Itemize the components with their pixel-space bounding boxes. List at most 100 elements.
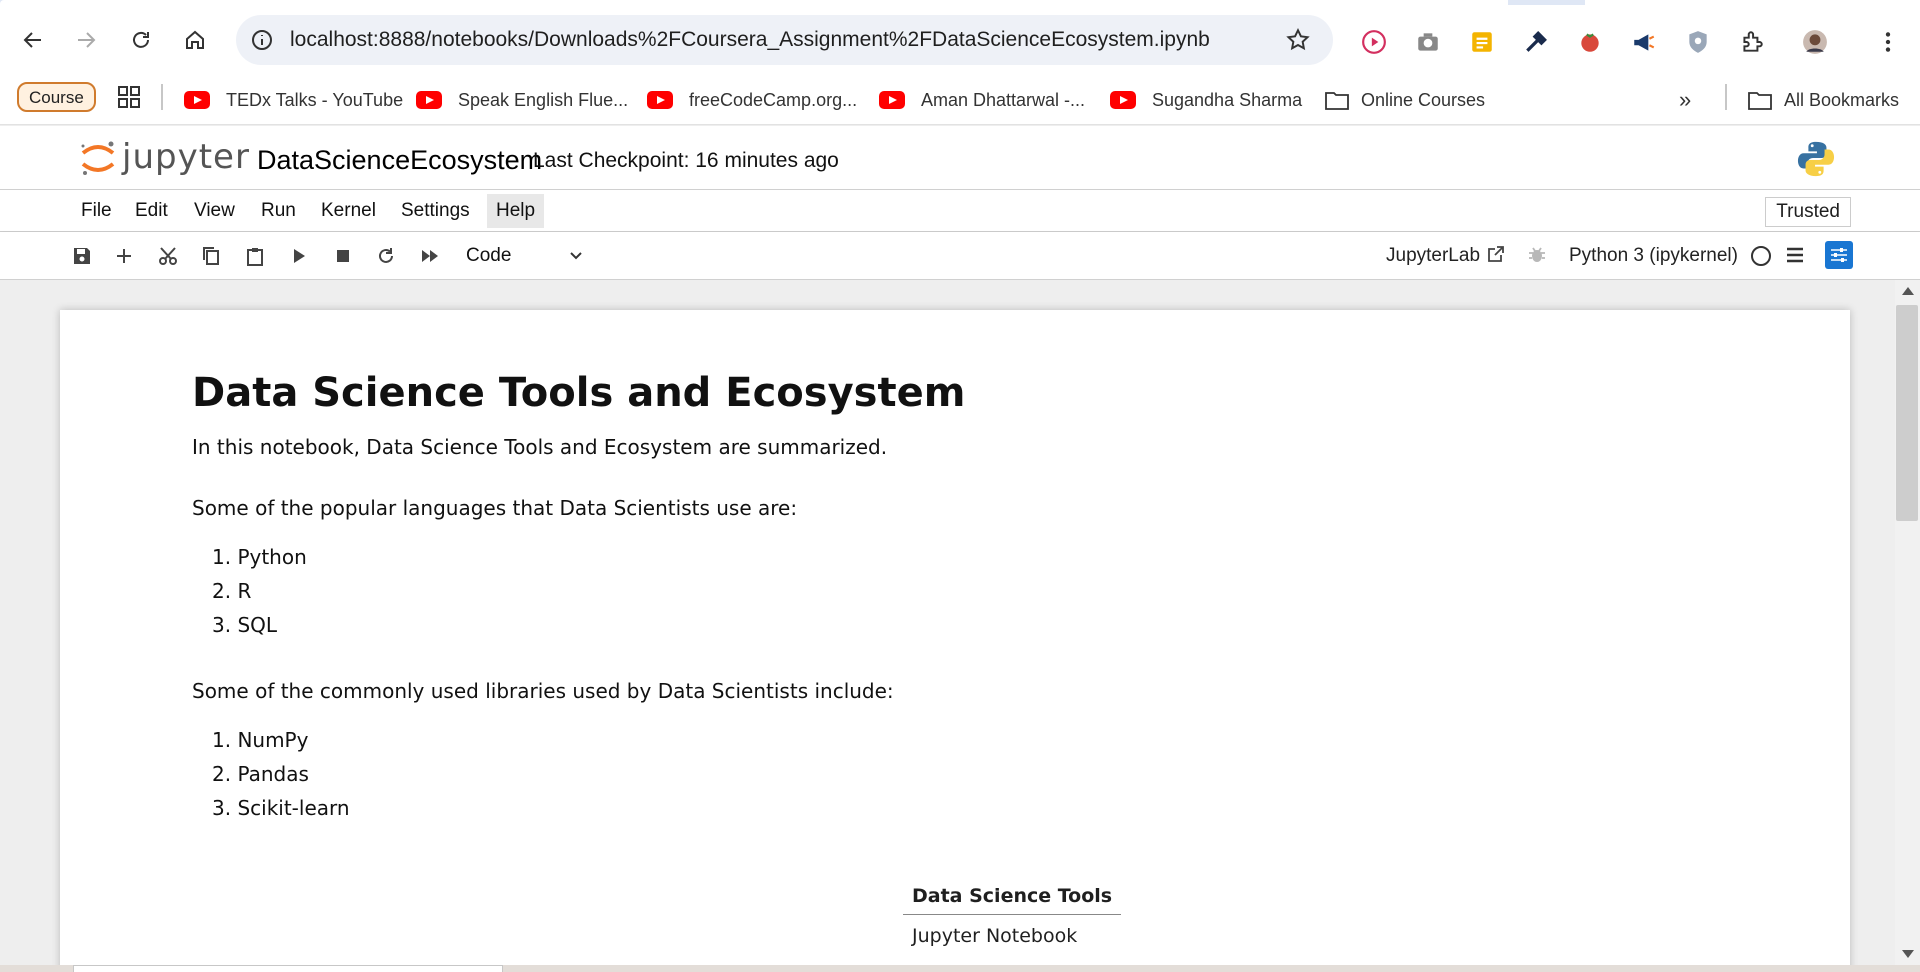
languages-intro: Some of the popular languages that Data …: [192, 496, 798, 520]
notebook-heading: Data Science Tools and Ecosystem: [192, 370, 966, 416]
extension-shield[interactable]: [1683, 27, 1713, 57]
address-bar[interactable]: localhost:8888/notebooks/Downloads%2FCou…: [236, 15, 1333, 65]
star-icon[interactable]: [1285, 27, 1311, 53]
bookmark-folder[interactable]: Online Courses: [1325, 86, 1485, 114]
notebook-area: Data Science Tools and Ecosystem In this…: [0, 280, 1920, 972]
restart-kernel-button[interactable]: [374, 244, 398, 268]
copy-cell-button[interactable]: [199, 244, 223, 268]
restart-run-all-button[interactable]: [418, 244, 442, 268]
reload-button[interactable]: [124, 23, 158, 57]
property-inspector-button[interactable]: [1825, 241, 1853, 269]
menu-bar: File Edit View Run Kernel Settings Help …: [0, 190, 1920, 232]
tomato-icon: [1581, 33, 1599, 52]
table-of-contents-icon[interactable]: [1785, 245, 1805, 265]
back-button[interactable]: [16, 23, 50, 57]
debugger-bug-icon[interactable]: [1527, 245, 1547, 265]
all-bookmarks-button[interactable]: All Bookmarks: [1748, 86, 1899, 114]
bookmark-course-chip[interactable]: Course: [17, 82, 96, 112]
cell-type-select[interactable]: Code: [466, 242, 586, 270]
reload-icon: [133, 31, 149, 48]
list-item: 2. Pandas: [212, 762, 309, 786]
cut-cell-button[interactable]: [156, 244, 180, 268]
youtube-icon: [879, 91, 905, 109]
external-link-icon[interactable]: [1486, 244, 1506, 264]
python-logo-icon: [1797, 141, 1835, 177]
apps-grid-icon[interactable]: [117, 85, 141, 109]
scroll-down-arrow[interactable]: [1902, 950, 1914, 958]
table-row: Jupyter Notebook: [903, 915, 1121, 958]
extension-megaphone[interactable]: [1629, 27, 1659, 57]
run-cell-button[interactable]: [287, 244, 311, 268]
menu-edit[interactable]: Edit: [126, 194, 177, 228]
list-item: 3. SQL: [212, 613, 278, 637]
plus-icon: [117, 249, 131, 263]
notebook-title[interactable]: DataScienceEcosystem: [257, 145, 542, 176]
menu-view[interactable]: View: [185, 194, 244, 228]
camera-icon: [1418, 33, 1438, 51]
extension-camera[interactable]: [1413, 27, 1443, 57]
jupyter-header: jupyter DataScienceEcosystem Last Checkp…: [0, 126, 1920, 190]
cell-type-value: Code: [466, 245, 512, 266]
menu-run[interactable]: Run: [252, 194, 305, 228]
extension-eyedropper[interactable]: [1521, 27, 1551, 57]
bookmarks-overflow-button[interactable]: »: [1679, 86, 1691, 114]
scrollbar-thumb[interactable]: [1896, 305, 1918, 521]
bookmark-item[interactable]: Speak English Flue...: [416, 86, 628, 114]
extension-tomato[interactable]: [1575, 27, 1605, 57]
bookmark-item[interactable]: Sugandha Sharma: [1110, 86, 1302, 114]
restart-icon: [379, 248, 393, 263]
download-panel[interactable]: [73, 965, 503, 972]
menu-file[interactable]: File: [72, 194, 121, 228]
extension-recorder[interactable]: [1359, 27, 1389, 57]
bookmark-label: Sugandha Sharma: [1152, 89, 1303, 110]
notes-icon: [1472, 32, 1492, 52]
bookmark-divider: [161, 84, 163, 110]
last-checkpoint: Last Checkpoint: 16 minutes ago: [533, 149, 839, 172]
kernel-name[interactable]: Python 3 (ipykernel): [1569, 245, 1738, 267]
paste-icon: [247, 248, 263, 266]
tools-table: Data Science Tools Jupyter Notebook: [903, 880, 1122, 958]
menu-help[interactable]: Help: [487, 194, 545, 228]
list-item: 2. R: [212, 579, 252, 603]
libraries-intro: Some of the commonly used libraries used…: [192, 679, 894, 703]
extension-notes[interactable]: [1467, 27, 1497, 57]
stop-icon: [337, 250, 349, 262]
bookmark-label: Speak English Flue...: [458, 89, 629, 110]
jupyter-logo-text[interactable]: jupyter: [122, 137, 250, 177]
forward-button[interactable]: [69, 23, 103, 57]
save-button[interactable]: [70, 244, 94, 268]
arrow-left-icon: [23, 32, 41, 48]
open-jupyterlab-link[interactable]: JupyterLab: [1386, 245, 1480, 267]
bookmark-item[interactable]: TEDx Talks - YouTube: [184, 86, 403, 114]
youtube-icon: [647, 91, 673, 109]
home-button[interactable]: [178, 23, 212, 57]
scroll-up-arrow[interactable]: [1902, 287, 1914, 295]
youtube-icon: [1110, 91, 1136, 109]
bookmark-item[interactable]: Aman Dhattarwal -...: [879, 86, 1085, 114]
url-text[interactable]: localhost:8888/notebooks/Downloads%2FCou…: [290, 28, 1210, 52]
extensions-button[interactable]: [1737, 27, 1767, 57]
all-bookmarks-label: All Bookmarks: [1784, 89, 1900, 110]
info-icon[interactable]: [250, 28, 274, 52]
paste-cell-button[interactable]: [243, 244, 267, 268]
browser-menu-button[interactable]: [1873, 27, 1903, 57]
scissors-icon: [159, 247, 177, 265]
bookmark-label: Aman Dhattarwal -...: [921, 89, 1086, 110]
menu-kernel[interactable]: Kernel: [312, 194, 385, 228]
interrupt-kernel-button[interactable]: [331, 244, 355, 268]
eyedropper-icon: [1526, 31, 1547, 52]
jupyter-logo-icon[interactable]: [78, 138, 118, 178]
libraries-list: 1. NumPy 2. Pandas 3. Scikit-learn: [212, 723, 350, 825]
trusted-indicator[interactable]: Trusted: [1765, 197, 1851, 227]
notebook-toolbar: Code JupyterLab Python 3 (ipykernel): [0, 232, 1920, 280]
list-item: 1. NumPy: [212, 728, 309, 752]
bookmark-label: freeCodeCamp.org...: [689, 89, 858, 110]
add-cell-button[interactable]: [112, 244, 136, 268]
avatar-icon: [1803, 30, 1827, 54]
bookmark-item[interactable]: freeCodeCamp.org...: [647, 86, 857, 114]
menu-settings[interactable]: Settings: [392, 194, 479, 228]
profile-avatar[interactable]: [1800, 27, 1830, 57]
play-icon: [294, 249, 305, 263]
browser-toolbar: localhost:8888/notebooks/Downloads%2FCou…: [0, 5, 1920, 75]
save-icon: [74, 248, 90, 264]
